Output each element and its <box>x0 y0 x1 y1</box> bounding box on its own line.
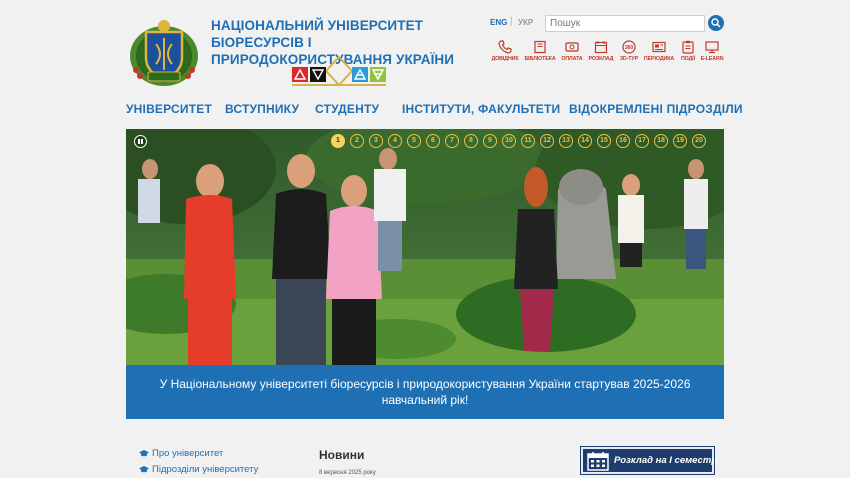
nav-item-university[interactable]: УНІВЕРСИТЕТ <box>126 102 212 116</box>
slider-dot[interactable]: 16 <box>616 134 630 148</box>
calendar-icon <box>594 41 608 54</box>
quick-link-label: ДОВІДНИК <box>491 56 519 62</box>
lang-separator: | <box>510 16 513 27</box>
schedule-button-label: Розклад на І семестр <box>614 455 718 466</box>
search-icon <box>711 18 721 28</box>
slider-dot[interactable]: 2 <box>350 134 364 148</box>
page: НАЦІОНАЛЬНИЙ УНІВЕРСИТЕТ БІОРЕСУРСІВ І П… <box>0 0 850 478</box>
quick-link-label: E-LEARN <box>700 56 724 62</box>
lang-eng-link[interactable]: ENG <box>490 18 507 27</box>
svg-text:360: 360 <box>625 45 634 51</box>
phone-icon <box>498 40 512 54</box>
slider-dot[interactable]: 6 <box>426 134 440 148</box>
lang-ukr-link[interactable]: УКР <box>518 18 533 27</box>
search-input[interactable] <box>545 15 705 32</box>
slider-dot[interactable]: 13 <box>559 134 573 148</box>
search-button[interactable] <box>708 15 724 31</box>
sidebar-link-about[interactable]: Про університет <box>139 448 223 459</box>
quick-link-label: БІБЛІОТЕКА <box>524 56 556 62</box>
nav-item-divisions[interactable]: ВІДОКРЕМЛЕНІ ПІДРОЗДІЛИ <box>569 102 743 116</box>
slider-dot[interactable]: 7 <box>445 134 459 148</box>
university-logo[interactable] <box>126 14 202 90</box>
nav-item-students[interactable]: СТУДЕНТУ <box>315 102 379 116</box>
calendar-icon <box>587 452 609 471</box>
slider-dot[interactable]: 5 <box>407 134 421 148</box>
payment-icon <box>565 42 579 52</box>
schedule-button[interactable]: Розклад на І семестр <box>580 446 718 475</box>
sidebar-link-label: Підрозділи університету <box>152 464 259 475</box>
quick-link-library[interactable]: БІБЛІОТЕКА <box>522 40 558 62</box>
tour-360-icon: 360 <box>622 40 636 54</box>
nav-item-applicants[interactable]: ВСТУПНИКУ <box>225 102 299 116</box>
news-date: 8 вересня 2025 року <box>319 470 376 476</box>
slider-dot[interactable]: 1 <box>331 134 345 148</box>
sidebar-link-divisions[interactable]: Підрозділи університету <box>139 464 258 475</box>
slider-dot[interactable]: 18 <box>654 134 668 148</box>
newspaper-icon <box>652 41 666 53</box>
slider-dot[interactable]: 9 <box>483 134 497 148</box>
events-icon <box>682 40 694 54</box>
quick-link-elearn[interactable]: E-LEARN <box>694 40 730 62</box>
news-heading: Новини <box>319 448 365 462</box>
slider-dot[interactable]: 17 <box>635 134 649 148</box>
slider-dot[interactable]: 11 <box>521 134 535 148</box>
slider-dot[interactable]: 19 <box>673 134 687 148</box>
monitor-icon <box>705 41 719 54</box>
slider-dot[interactable]: 12 <box>540 134 554 148</box>
graduation-cap-icon <box>139 450 149 457</box>
slider-dot[interactable]: 8 <box>464 134 478 148</box>
hero-photo <box>126 129 724 365</box>
slider-dot[interactable]: 4 <box>388 134 402 148</box>
hero-slider[interactable]: 1 2 3 4 5 6 7 8 9 10 11 12 13 14 15 16 1… <box>126 129 724 365</box>
slider-dot[interactable]: 10 <box>502 134 516 148</box>
book-icon <box>534 40 546 54</box>
sidebar-link-label: Про університет <box>152 448 224 459</box>
main-nav: УНІВЕРСИТЕТ ВСТУПНИКУ СТУДЕНТУ ІНСТИТУТИ… <box>126 102 743 118</box>
elements-emblem <box>292 55 386 87</box>
slider-dot[interactable]: 3 <box>369 134 383 148</box>
slider-dot[interactable]: 14 <box>578 134 592 148</box>
slider-caption[interactable]: У Національному університеті біоресурсів… <box>126 365 724 419</box>
graduation-cap-icon <box>139 466 149 473</box>
quick-link-directory[interactable]: ДОВІДНИК <box>487 40 523 62</box>
slider-dot[interactable]: 20 <box>692 134 706 148</box>
nav-item-institutes[interactable]: ІНСТИТУТИ, ФАКУЛЬТЕТИ <box>402 102 560 116</box>
slider-pause-button[interactable] <box>134 135 147 148</box>
slider-dot[interactable]: 15 <box>597 134 611 148</box>
